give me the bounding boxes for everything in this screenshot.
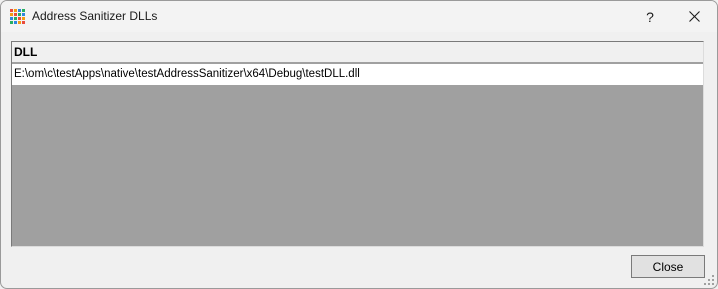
close-icon bbox=[688, 11, 700, 22]
window-title: Address Sanitizer DLLs bbox=[32, 9, 158, 23]
dll-list[interactable]: DLL E:\om\c\testApps\native\testAddressS… bbox=[11, 41, 704, 247]
help-icon: ? bbox=[646, 8, 654, 25]
help-button[interactable]: ? bbox=[628, 1, 672, 32]
dialog-window: Address Sanitizer DLLs ? DLL E:\om\c\tes… bbox=[0, 0, 718, 289]
grid-app-icon bbox=[10, 9, 25, 24]
list-header: DLL bbox=[12, 42, 703, 63]
dll-path-cell: E:\om\c\testApps\native\testAddressSanit… bbox=[14, 68, 360, 80]
list-item[interactable]: E:\om\c\testApps\native\testAddressSanit… bbox=[12, 64, 703, 85]
column-header-dll[interactable]: DLL bbox=[14, 45, 37, 59]
title-bar[interactable]: Address Sanitizer DLLs ? bbox=[1, 1, 717, 32]
close-button[interactable]: Close bbox=[631, 255, 705, 278]
close-window-button[interactable] bbox=[672, 1, 716, 32]
resize-grip-icon[interactable] bbox=[704, 275, 714, 285]
